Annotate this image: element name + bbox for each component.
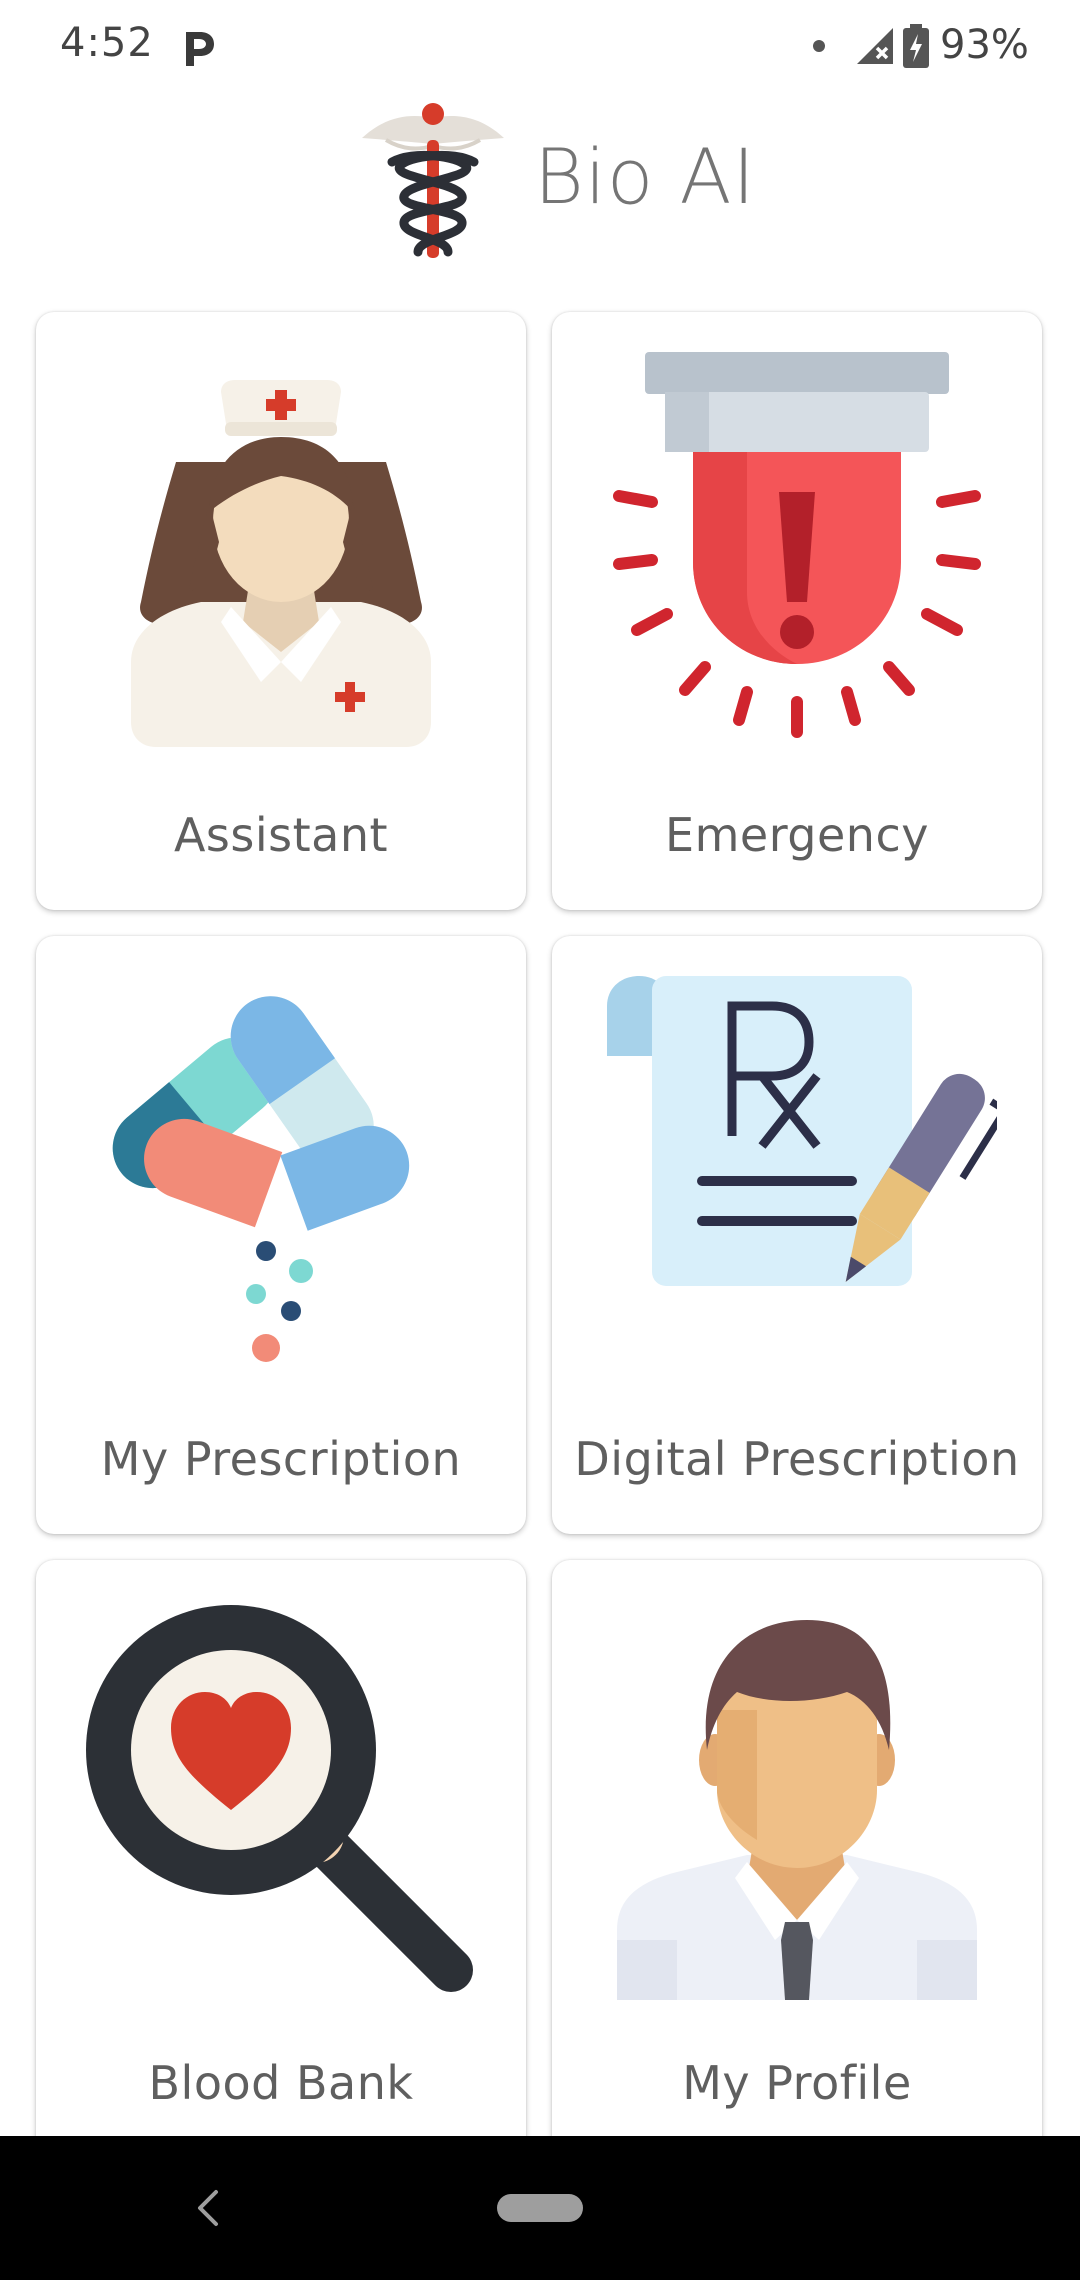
card-label: Blood Bank: [148, 2056, 414, 2110]
assistant-card[interactable]: Assistant: [36, 312, 526, 910]
blood-bank-card[interactable]: Blood Bank: [36, 1560, 526, 2158]
card-label: Digital Prescription: [574, 1432, 1020, 1486]
card-label: Emergency: [665, 808, 929, 862]
status-time: 4:52: [60, 20, 154, 66]
rx-prescription-icon: [607, 976, 997, 1286]
app-title: Bio AI: [534, 132, 756, 221]
back-icon[interactable]: [190, 2186, 226, 2230]
battery-charging-icon: [903, 24, 929, 68]
nurse-icon: [131, 380, 431, 747]
emergency-card[interactable]: Emergency: [552, 312, 1042, 910]
heart-search-icon: [86, 1605, 473, 1992]
caduceus-icon: [362, 103, 504, 258]
home-pill-icon[interactable]: [497, 2194, 583, 2222]
card-label: My Profile: [682, 2056, 912, 2110]
status-bar: 4:52 93%: [0, 0, 1080, 96]
parking-icon: [186, 32, 214, 66]
navigation-bar: [0, 2136, 1080, 2280]
user-profile-icon: [617, 1620, 977, 2000]
notification-dot-icon: [813, 40, 825, 52]
card-label: My Prescription: [100, 1432, 462, 1486]
battery-percentage: 93%: [940, 22, 1029, 68]
digital-prescription-card[interactable]: Digital Prescription: [552, 936, 1042, 1534]
screen: 4:52 93% Bio AI Assistant Emergency My P…: [0, 0, 1080, 2280]
no-signal-icon: [857, 28, 893, 64]
my-prescription-card[interactable]: My Prescription: [36, 936, 526, 1534]
card-label: Assistant: [173, 808, 389, 862]
alarm-siren-icon: [613, 352, 981, 738]
my-profile-card[interactable]: My Profile: [552, 1560, 1042, 2158]
pills-icon: [112, 996, 410, 1362]
app-header: Bio AI: [0, 96, 1080, 266]
